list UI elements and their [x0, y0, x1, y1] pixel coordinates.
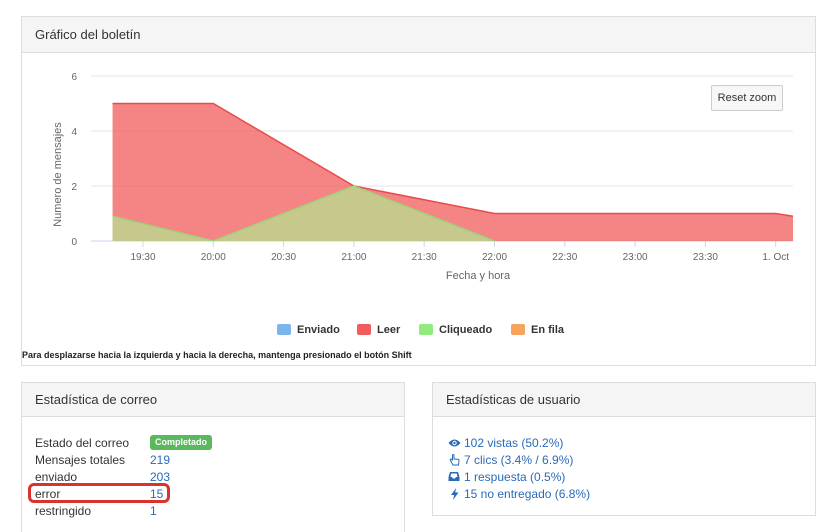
- total-messages-link[interactable]: 219: [150, 453, 170, 467]
- x-axis-title: Fecha y hora: [446, 270, 511, 282]
- stat-label: Estado del correo: [35, 435, 130, 450]
- x-tick-label: 20:30: [271, 252, 296, 263]
- x-tick-label: 1. Oct: [762, 252, 789, 263]
- x-tick-label: 23:30: [693, 252, 718, 263]
- x-tick-label: 22:30: [552, 252, 577, 263]
- y-tick-label: 2: [71, 182, 77, 193]
- restricted-messages-link[interactable]: 1: [150, 504, 157, 518]
- y-axis-title: Numero de mensajes: [52, 122, 64, 227]
- error-highlight-annotation: [28, 483, 170, 503]
- sent-messages-link[interactable]: 203: [150, 470, 170, 484]
- reset-zoom-button[interactable]: Reset zoom: [711, 85, 783, 111]
- stat-row-total: Mensajes totales 219: [35, 451, 404, 468]
- stat-row-restricted: restringido 1: [35, 502, 404, 519]
- x-tick-label: 19:30: [130, 252, 155, 263]
- legend-item-en-fila[interactable]: En fila: [531, 324, 565, 336]
- stat-label: restringido: [35, 503, 92, 518]
- x-tick-label: 21:00: [341, 252, 366, 263]
- user-stats-panel: Estadísticas de usuario 102 vistas (50.2…: [432, 382, 816, 516]
- chart-panel: Gráfico del boletín 0 2 4 6 19:30 20:00 20:30 2…: [21, 16, 816, 366]
- pointer-hand-icon: [447, 453, 461, 466]
- legend-item-enviado[interactable]: Enviado: [297, 324, 340, 336]
- user-stat-views[interactable]: 102 vistas (50.2%): [447, 434, 815, 451]
- user-stat-replies[interactable]: 1 respuesta (0.5%): [447, 468, 815, 485]
- stat-label: Mensajes totales: [35, 452, 126, 467]
- eye-icon: [447, 437, 461, 449]
- x-tick-label: 20:00: [201, 252, 226, 263]
- y-tick-label: 6: [71, 72, 77, 83]
- panel-title: Estadística de correo: [22, 383, 404, 417]
- x-tick-label: 23:00: [623, 252, 648, 263]
- stat-row-status: Estado del correo Completado: [35, 434, 404, 451]
- replies-link[interactable]: 1 respuesta (0.5%): [464, 470, 565, 484]
- legend-swatch: [357, 324, 371, 335]
- panel-title: Gráfico del boletín: [22, 17, 815, 53]
- y-tick-label: 0: [71, 237, 77, 248]
- shift-scroll-note: Para desplazarse hacia la izquierda y ha…: [22, 350, 412, 360]
- newsletter-chart[interactable]: 0 2 4 6 19:30 20:00 20:30 21:00 21:30 22:00 22:30 2…: [22, 53, 815, 343]
- bolt-icon: [447, 487, 461, 500]
- mail-stats-list: Estado del correo Completado Mensajes to…: [22, 417, 404, 519]
- mail-stats-panel: Estadística de correo Estado del correo …: [21, 382, 405, 532]
- legend-swatch: [419, 324, 433, 335]
- x-tick-label: 22:00: [482, 252, 507, 263]
- user-stats-list: 102 vistas (50.2%) 7 clics (3.4% / 6.9%)…: [433, 417, 815, 502]
- legend-item-cliqueado[interactable]: Cliqueado: [439, 324, 492, 336]
- stat-label: enviado: [35, 469, 78, 484]
- panel-title: Estadísticas de usuario: [433, 383, 815, 417]
- legend-swatch: [511, 324, 525, 335]
- status-badge: Completado: [150, 435, 213, 450]
- highcharts-credit[interactable]: Highcharts.com: [736, 342, 792, 343]
- views-link[interactable]: 102 vistas (50.2%): [464, 436, 563, 450]
- y-tick-label: 4: [71, 127, 77, 138]
- user-stat-undelivered[interactable]: 15 no entregado (6.8%): [447, 485, 815, 502]
- x-tick-label: 21:30: [412, 252, 437, 263]
- user-stat-clicks[interactable]: 7 clics (3.4% / 6.9%): [447, 451, 815, 468]
- clicks-link[interactable]: 7 clics (3.4% / 6.9%): [464, 453, 573, 467]
- series-leer-area: [112, 103, 793, 241]
- inbox-icon: [447, 471, 461, 483]
- legend-item-leer[interactable]: Leer: [377, 324, 401, 336]
- undelivered-link[interactable]: 15 no entregado (6.8%): [464, 487, 590, 501]
- legend-swatch: [277, 324, 291, 335]
